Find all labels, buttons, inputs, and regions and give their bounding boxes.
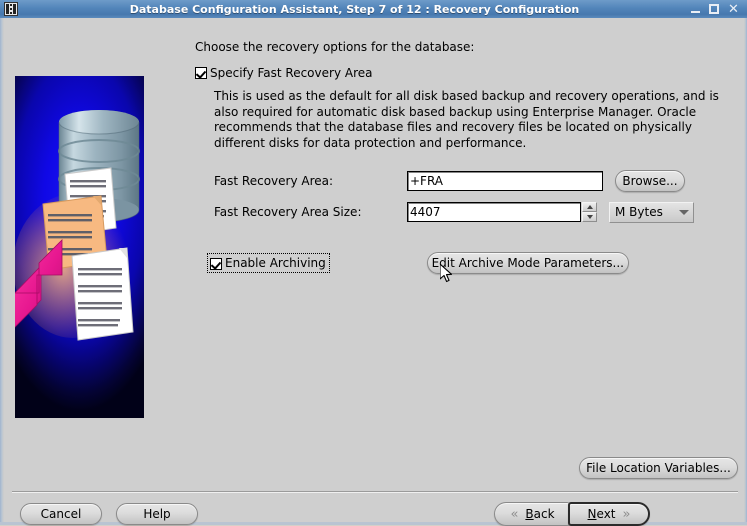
next-button[interactable]: Next » — [568, 502, 650, 526]
wizard-navigation: « Back Next » — [494, 502, 650, 526]
cancel-button[interactable]: Cancel — [20, 503, 102, 525]
file-location-variables-button[interactable]: File Location Variables... — [579, 457, 738, 479]
spinner-down-icon[interactable] — [582, 212, 597, 222]
back-button-label: Back — [525, 507, 555, 521]
fra-size-row: Fast Recovery Area Size: 4407 M Bytes — [214, 201, 740, 223]
file-location-variables-wrap: File Location Variables... — [579, 457, 738, 479]
window-body: Choose the recovery options for the data… — [4, 18, 744, 526]
page-instruction: Choose the recovery options for the data… — [195, 40, 475, 54]
specify-fra-checkbox-row[interactable]: Specify Fast Recovery Area — [195, 66, 740, 80]
enable-archiving-checkbox[interactable] — [210, 257, 222, 270]
fra-size-label: Fast Recovery Area Size: — [214, 205, 362, 219]
recovery-form: Fast Recovery Area: +FRA Browse... Fast … — [214, 170, 740, 223]
fra-description: This is used as the default for all disk… — [214, 89, 734, 151]
archiving-row: Enable Archiving Edit Archive Mode Param… — [207, 252, 740, 274]
next-button-label: Next — [587, 507, 616, 521]
database-assistant-icon — [4, 2, 18, 16]
fra-description-text: This is used as the default for all disk… — [214, 89, 719, 150]
chevron-left-icon: « — [510, 506, 519, 522]
spinner-up-icon[interactable] — [582, 202, 597, 212]
enable-archiving-checkbox-row[interactable]: Enable Archiving — [207, 253, 330, 273]
edit-archive-mode-parameters-button[interactable]: Edit Archive Mode Parameters... — [426, 252, 629, 274]
window-title: Database Configuration Assistant, Step 7… — [129, 2, 580, 16]
wizard-illustration-panel — [15, 76, 144, 418]
browse-button[interactable]: Browse... — [615, 170, 685, 192]
main-content: Choose the recovery options for the data… — [195, 40, 740, 274]
fra-row: Fast Recovery Area: +FRA Browse... — [214, 170, 740, 192]
window-controls: ✕ — [691, 3, 739, 16]
footer-separator — [12, 491, 738, 493]
size-unit-select[interactable]: M Bytes — [609, 201, 694, 223]
close-icon[interactable]: ✕ — [728, 3, 739, 16]
size-unit-value: M Bytes — [615, 205, 663, 219]
specify-fra-label: Specify Fast Recovery Area — [210, 66, 373, 80]
database-backup-illustration — [15, 110, 140, 341]
fra-label: Fast Recovery Area: — [214, 174, 334, 188]
fast-recovery-area-size-input[interactable]: 4407 — [407, 202, 581, 222]
fast-recovery-area-input[interactable]: +FRA — [407, 171, 603, 191]
chevron-right-icon: » — [622, 506, 631, 522]
footer-left-buttons: Cancel Help — [20, 503, 198, 525]
chevron-down-icon — [679, 209, 689, 215]
fra-size-spinner[interactable] — [582, 202, 597, 222]
dbca-window: Database Configuration Assistant, Step 7… — [0, 0, 747, 526]
enable-archiving-label: Enable Archiving — [225, 256, 326, 270]
specify-fra-checkbox[interactable] — [195, 67, 207, 79]
help-button[interactable]: Help — [116, 503, 198, 525]
back-button[interactable]: « Back — [494, 502, 570, 526]
minimize-icon[interactable] — [691, 5, 700, 14]
window-titlebar[interactable]: Database Configuration Assistant, Step 7… — [0, 0, 747, 18]
maximize-icon[interactable] — [709, 4, 719, 14]
